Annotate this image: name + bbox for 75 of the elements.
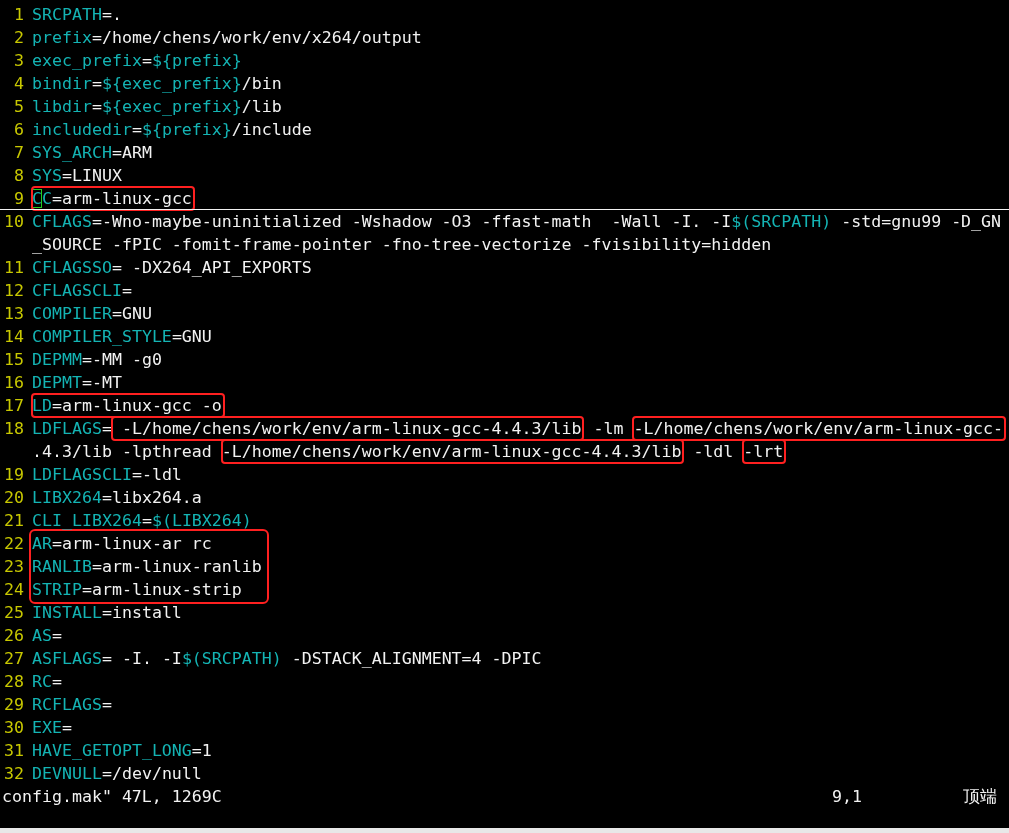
highlight-box: -lrt [743, 440, 786, 463]
code-text: CLI_LIBX264=$(LIBX264) [32, 510, 252, 532]
line-number: 26 [3, 625, 24, 647]
code-text: SYS=LINUX [32, 165, 122, 187]
code-text: includedir=${prefix}/include [32, 119, 312, 141]
line-number: 7 [13, 142, 24, 164]
code-text: SRCPATH=. [32, 4, 122, 26]
line-number: 31 [3, 740, 24, 762]
code-text: SYS_ARCH=ARM [32, 142, 152, 164]
highlight-box: LD=arm-linux-gcc -o [32, 394, 224, 417]
code-text: CFLAGSCLI= [32, 280, 132, 302]
line-number: 1 [13, 4, 24, 26]
line-number: 20 [3, 487, 24, 509]
line-number: 9 [13, 188, 24, 210]
line-number: 23 [3, 556, 24, 578]
line-number: 19 [3, 464, 24, 486]
code-text: ASFLAGS= -I. -I$(SRCPATH) -DSTACK_ALIGNMENT=4 -DPIC [32, 648, 542, 670]
code-text: AS= [32, 625, 62, 647]
highlight-box: -L/home/chens/work/env/arm-linux-gcc-4.4.3/lib [221, 440, 684, 463]
line-number: 2 [13, 27, 24, 49]
code-text: .4.3/lib -lpthread [32, 441, 213, 463]
line-number: 18 [3, 418, 24, 440]
line-number: 10 [3, 211, 24, 233]
line-number: 25 [3, 602, 24, 624]
line-number: 32 [3, 763, 24, 785]
line-number: 30 [3, 717, 24, 739]
code-text: LDFLAGS= [32, 418, 112, 440]
line-number: 17 [3, 395, 24, 417]
code-text: -ldl [692, 441, 735, 463]
code-text: bindir=${exec_prefix}/bin [32, 73, 282, 95]
code-text: DEPMT=-MT [32, 372, 122, 394]
cursor-position: 9,1 [832, 786, 863, 808]
code-text: _SOURCE -fPIC -fomit-frame-pointer -fno-tree-vectorize -fvisibility=hidden [32, 234, 772, 256]
code-text: COMPILER=GNU [32, 303, 152, 325]
code-text: DEVNULL=/dev/null [32, 763, 202, 785]
code-text: HAVE_GETOPT_LONG=1 [32, 740, 212, 762]
highlight-box: CC=arm-linux-gcc [32, 187, 194, 210]
line-number: 28 [3, 671, 24, 693]
line-number: 12 [3, 280, 24, 302]
line-number: 21 [3, 510, 24, 532]
code-text: STRIP=arm-linux-strip [32, 579, 243, 601]
line-number: 11 [3, 257, 24, 279]
line-number: 4 [13, 73, 24, 95]
line-number: 8 [13, 165, 24, 187]
line-number: 5 [13, 96, 24, 118]
code-text: prefix=/home/chens/work/env/x264/output [32, 27, 422, 49]
code-text: libdir=${exec_prefix}/lib [32, 96, 282, 118]
code-text: AR=arm-linux-ar rc [32, 533, 213, 555]
code-text: RCFLAGS= [32, 694, 112, 716]
code-text: CFLAGSSO= -DX264_API_EXPORTS [32, 257, 312, 279]
code-text: INSTALL=install [32, 602, 182, 624]
line-number: 3 [13, 50, 24, 72]
line-number: 13 [3, 303, 24, 325]
line-number: 22 [3, 533, 24, 555]
code-text: EXE= [32, 717, 72, 739]
line-number: 24 [3, 579, 24, 601]
line-number: 29 [3, 694, 24, 716]
code-text: LDFLAGSCLI=-ldl [32, 464, 182, 486]
code-text: -lm [592, 418, 625, 440]
code-text: DEPMM=-MM -g0 [32, 349, 162, 371]
highlight-box: -L/home/chens/work/env/arm-linux-gcc-4.4.3/lib [111, 417, 584, 440]
code-text: RC= [32, 671, 62, 693]
highlight-box: -L/home/chens/work/env/arm-linux-gcc- [633, 417, 1006, 440]
line-number: 14 [3, 326, 24, 348]
code-text: CFLAGS=-Wno-maybe-uninitialized -Wshadow -O3 -ffast-math -Wall -I. -I$(SRCPATH) -std=gnu99 -D_GN [32, 211, 1002, 233]
code-text: LIBX264=libx264.a [32, 487, 202, 509]
line-number: 15 [3, 349, 24, 371]
line-number: 6 [13, 119, 24, 141]
code-text: COMPILER_STYLE=GNU [32, 326, 212, 348]
line-number: 27 [3, 648, 24, 670]
code-text: RANLIB=arm-linux-ranlib [32, 556, 262, 578]
code-text: exec_prefix=${prefix} [32, 50, 242, 72]
line-number: 16 [3, 372, 24, 394]
status-message: config.mak" 47L, 1269C [2, 786, 223, 808]
scroll-position: 顶端 [963, 786, 998, 808]
